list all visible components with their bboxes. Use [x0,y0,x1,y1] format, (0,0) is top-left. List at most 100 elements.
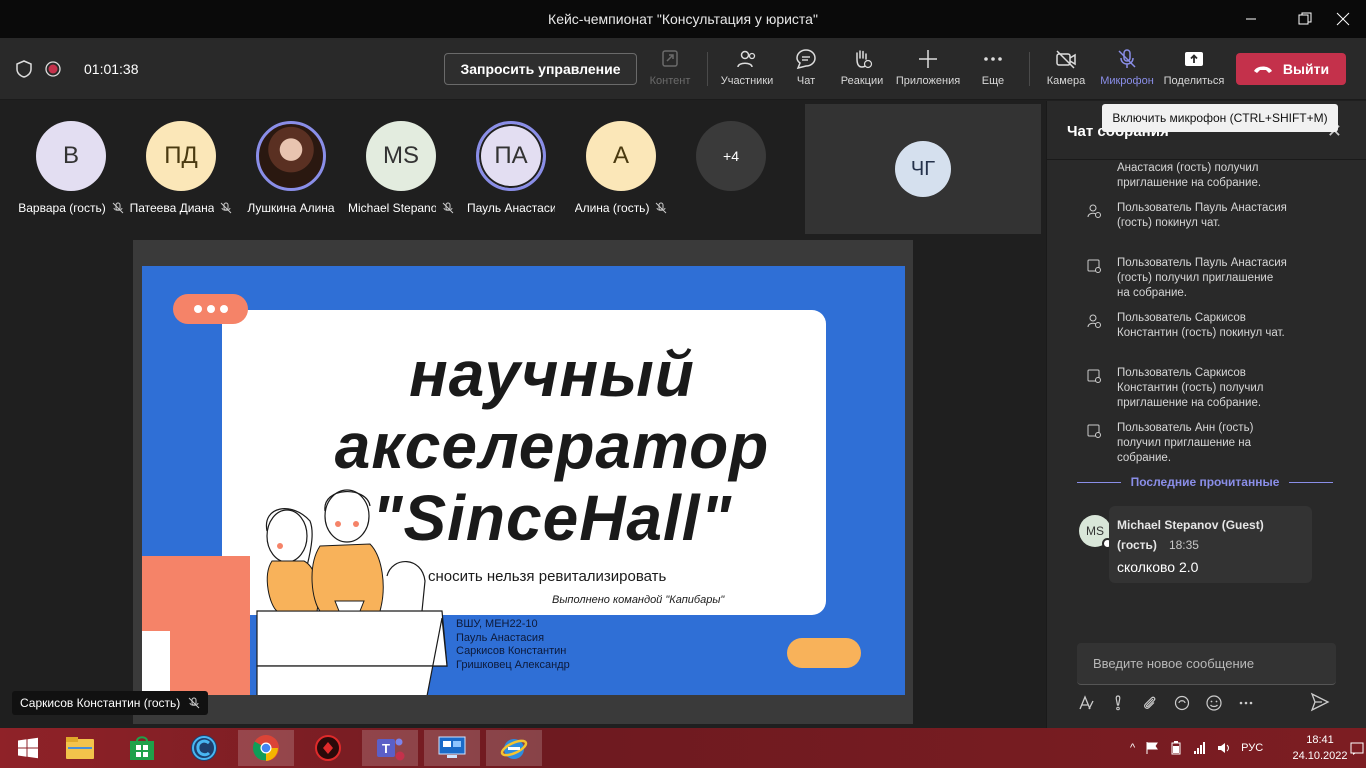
participant-name: Алина (гость) [574,201,650,215]
format-icon[interactable] [1077,694,1095,712]
shield-icon[interactable] [16,60,32,78]
flag-icon[interactable] [1145,741,1159,755]
folder-icon [66,737,94,759]
hang-up-icon [1253,66,1272,73]
slide-title-line: "SinceHall" [372,482,732,554]
system-tray: ^ РУС [1130,728,1263,768]
leave-button[interactable]: Выйти [1236,53,1346,85]
chevron-up-icon[interactable]: ^ [1130,742,1135,754]
meeting-status: 01:01:38 [16,60,139,78]
notification-icon[interactable] [1350,742,1364,756]
request-control-button[interactable]: Запросить управление [444,53,637,85]
participant-tile[interactable]: В Варвара (гость) [16,121,126,215]
large-participant-tile[interactable]: ЧГ [805,104,1041,234]
plus-icon [919,50,937,68]
microphone-button[interactable]: Микрофон [1098,48,1156,94]
start-button[interactable] [0,730,56,766]
windows-taskbar: T ^ РУС 18:41 24.10.2022 [0,728,1366,768]
person-left-icon [1087,204,1101,218]
participant-name: Лушкина Алина [247,201,335,215]
battery-icon[interactable] [1169,741,1183,755]
loop-icon[interactable] [1173,694,1191,712]
minimize-icon [1246,18,1256,20]
clock-time: 18:41 [1306,734,1334,746]
presenter-name: Саркисов Константин (гость) [20,696,181,710]
system-message: Анастасия (гость) получил приглашение на… [1117,162,1262,189]
teams-icon: T [377,738,405,761]
slide-team: Выполнено командой "Капибары" [552,594,725,606]
avatar: В [36,121,106,191]
system-message: Пользователь Анн (гость) получил приглаш… [1117,422,1254,464]
content-button[interactable]: Контент [648,48,692,94]
more-icon[interactable] [1237,694,1255,712]
taskbar-ie[interactable] [486,730,542,766]
store-icon [130,736,154,760]
system-message: Пользователь Саркисов Константин (гость)… [1117,312,1285,339]
last-read-label: Последние прочитанные [1130,475,1280,489]
close-window-button[interactable] [1320,0,1366,38]
taskbar-app[interactable] [176,730,232,766]
chat-icon [796,49,816,70]
person-left-icon [1087,314,1101,328]
clock-date: 24.10.2022 [1292,750,1348,762]
raise-hand-icon [856,50,873,69]
taskbar-store[interactable] [114,730,170,766]
important-icon[interactable] [1109,694,1127,712]
taskbar-teams[interactable]: T [362,730,418,766]
taskbar-app[interactable] [424,730,480,766]
participants-label: Участники [720,75,774,87]
muted-mic-icon [188,697,200,709]
toolbar-divider [707,52,708,86]
last-read-divider: Последние прочитанные [1077,475,1333,489]
attach-icon[interactable] [1141,694,1159,712]
slide-title-line: акселератор [334,410,770,482]
chat-button[interactable]: Чат [790,48,822,94]
clock[interactable]: 18:41 24.10.2022 [1286,732,1354,764]
participant-tile[interactable]: А Алина (гость) [566,121,676,215]
message-avatar: MS [1079,515,1113,549]
send-icon[interactable] [1310,692,1330,712]
shared-screen: научный акселератор "SinceHall" сносить … [133,240,913,724]
slide-list-item: ВШУ, МЕН22-10 [456,618,538,630]
language-indicator[interactable]: РУС [1241,742,1263,754]
participants-button[interactable]: Участники [718,48,776,94]
minimize-button[interactable] [1228,0,1274,38]
participant-tile[interactable]: MS Michael Stepanov [346,121,456,215]
slide-title: научный акселератор "SinceHall" [232,338,872,554]
volume-icon[interactable] [1217,741,1231,755]
chat-panel: Чат собрания ✕ Анастасия (гость) получил… [1046,101,1366,728]
reactions-button[interactable]: Реакции [838,48,886,94]
avatar: MS [366,121,436,191]
taskbar-explorer[interactable] [52,730,108,766]
apps-button[interactable]: Приложения [894,48,962,94]
participant-name: Michael Stepanov [348,201,436,215]
meeting-timer: 01:01:38 [84,61,139,77]
participant-tile[interactable]: Лушкина Алина [236,121,346,215]
red-app-icon [315,735,341,761]
camera-button[interactable]: Камера [1044,48,1088,94]
signal-icon[interactable] [1193,741,1207,755]
mic-off-icon [1118,49,1136,68]
leave-label: Выйти [1282,61,1330,77]
avatar: ЧГ [895,141,951,197]
chat-message[interactable]: Michael Stepanov (Guest) (гость) 18:35 ск… [1109,506,1312,583]
participant-tile[interactable]: ПА Пауль Анастасия [456,121,566,215]
calendar-add-icon [1087,424,1101,438]
camera-off-icon [1056,50,1076,69]
internet-explorer-icon [500,739,528,759]
taskbar-app[interactable] [300,730,356,766]
restore-icon [1298,12,1312,25]
taskbar-chrome[interactable] [238,730,294,766]
more-button[interactable]: Еще [978,48,1008,94]
calendar-add-icon [1087,369,1101,383]
meeting-toolbar: 01:01:38 Запросить управление Контент Уч… [0,38,1366,137]
muted-mic-icon [112,202,124,214]
share-button[interactable]: Поделиться [1163,48,1225,94]
overflow-participants[interactable]: +4 [676,121,786,191]
emoji-icon[interactable] [1205,694,1223,712]
avatar: ПА [476,121,546,191]
avatar-initials: MS [1086,524,1104,538]
participant-tile[interactable]: ПД Патеева Диана [126,121,236,215]
message-text: сколково 2.0 [1117,559,1199,575]
chat-input[interactable]: Введите новое сообщение [1077,643,1336,685]
